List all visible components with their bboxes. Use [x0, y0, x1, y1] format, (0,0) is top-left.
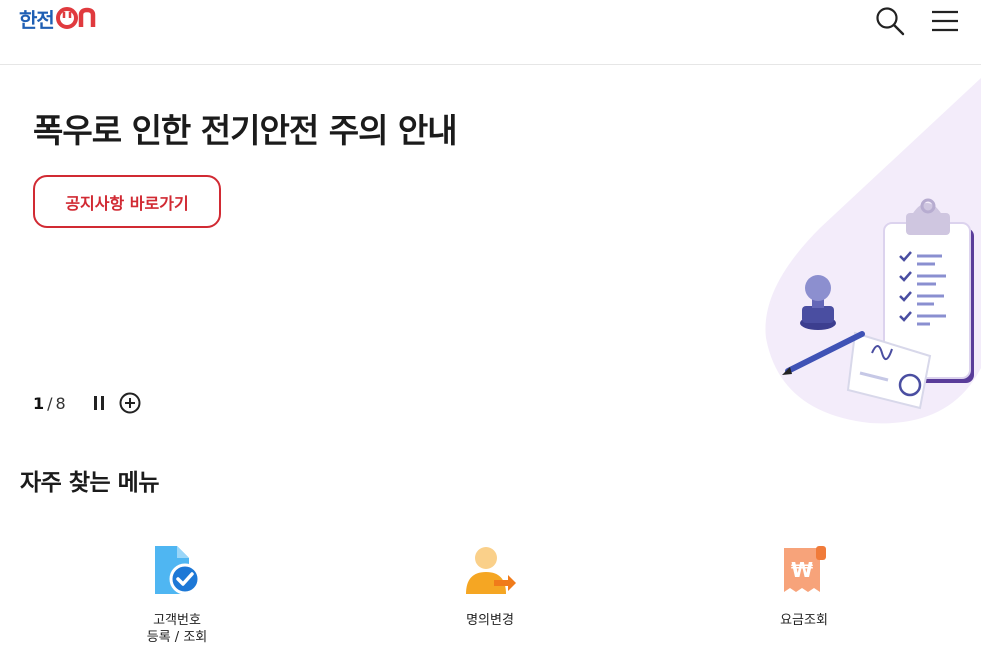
hero-title: 폭우로 인한 전기안전 주의 안내 [33, 111, 458, 150]
quick-menu-label: 고객번호 등록 / 조회 [147, 612, 208, 646]
search-button[interactable] [873, 4, 907, 38]
clipboard-stamp-document-illustration [765, 78, 981, 424]
pager-total: 8 [55, 393, 66, 413]
notice-link-button[interactable]: 공지사항 바로가기 [33, 175, 221, 228]
pause-icon [94, 396, 104, 410]
svg-text:₩: ₩ [791, 558, 813, 582]
won-receipt-icon: ₩ [774, 540, 834, 600]
pager-current: 1 [33, 393, 45, 413]
kepco-on-logo[interactable]: 한전 [19, 6, 100, 32]
menu-button[interactable] [928, 4, 962, 38]
document-check-icon [147, 540, 207, 600]
quick-menu-name-change[interactable]: 명의변경 [410, 540, 570, 629]
pager-separator: / [47, 393, 53, 413]
logo-text: 한전 [19, 7, 55, 32]
quick-menu-title: 자주 찾는 메뉴 [20, 470, 159, 496]
hero-banner: 폭우로 인한 전기안전 주의 안내 공지사항 바로가기 1 / 8 [0, 66, 981, 436]
quick-menu-label: 명의변경 [466, 613, 514, 628]
logo-on-mark [55, 7, 96, 29]
slide-pager: 1 / 8 [33, 392, 66, 414]
user-transfer-icon [460, 540, 520, 600]
quick-menu-label: 요금조회 [780, 613, 828, 628]
hamburger-menu-icon [932, 10, 958, 32]
quick-menu-customer-number[interactable]: 고객번호 등록 / 조회 [97, 540, 257, 646]
plus-circle-icon [119, 392, 141, 414]
search-icon [876, 7, 905, 36]
expand-button[interactable] [119, 392, 141, 414]
pause-button[interactable] [90, 392, 108, 414]
top-header: 한전 [0, 0, 981, 65]
label-line-1: 고객번호 [153, 613, 201, 628]
quick-menu-bill-inquiry[interactable]: ₩ 요금조회 [724, 540, 884, 629]
label-line-2: 등록 / 조회 [146, 630, 208, 645]
